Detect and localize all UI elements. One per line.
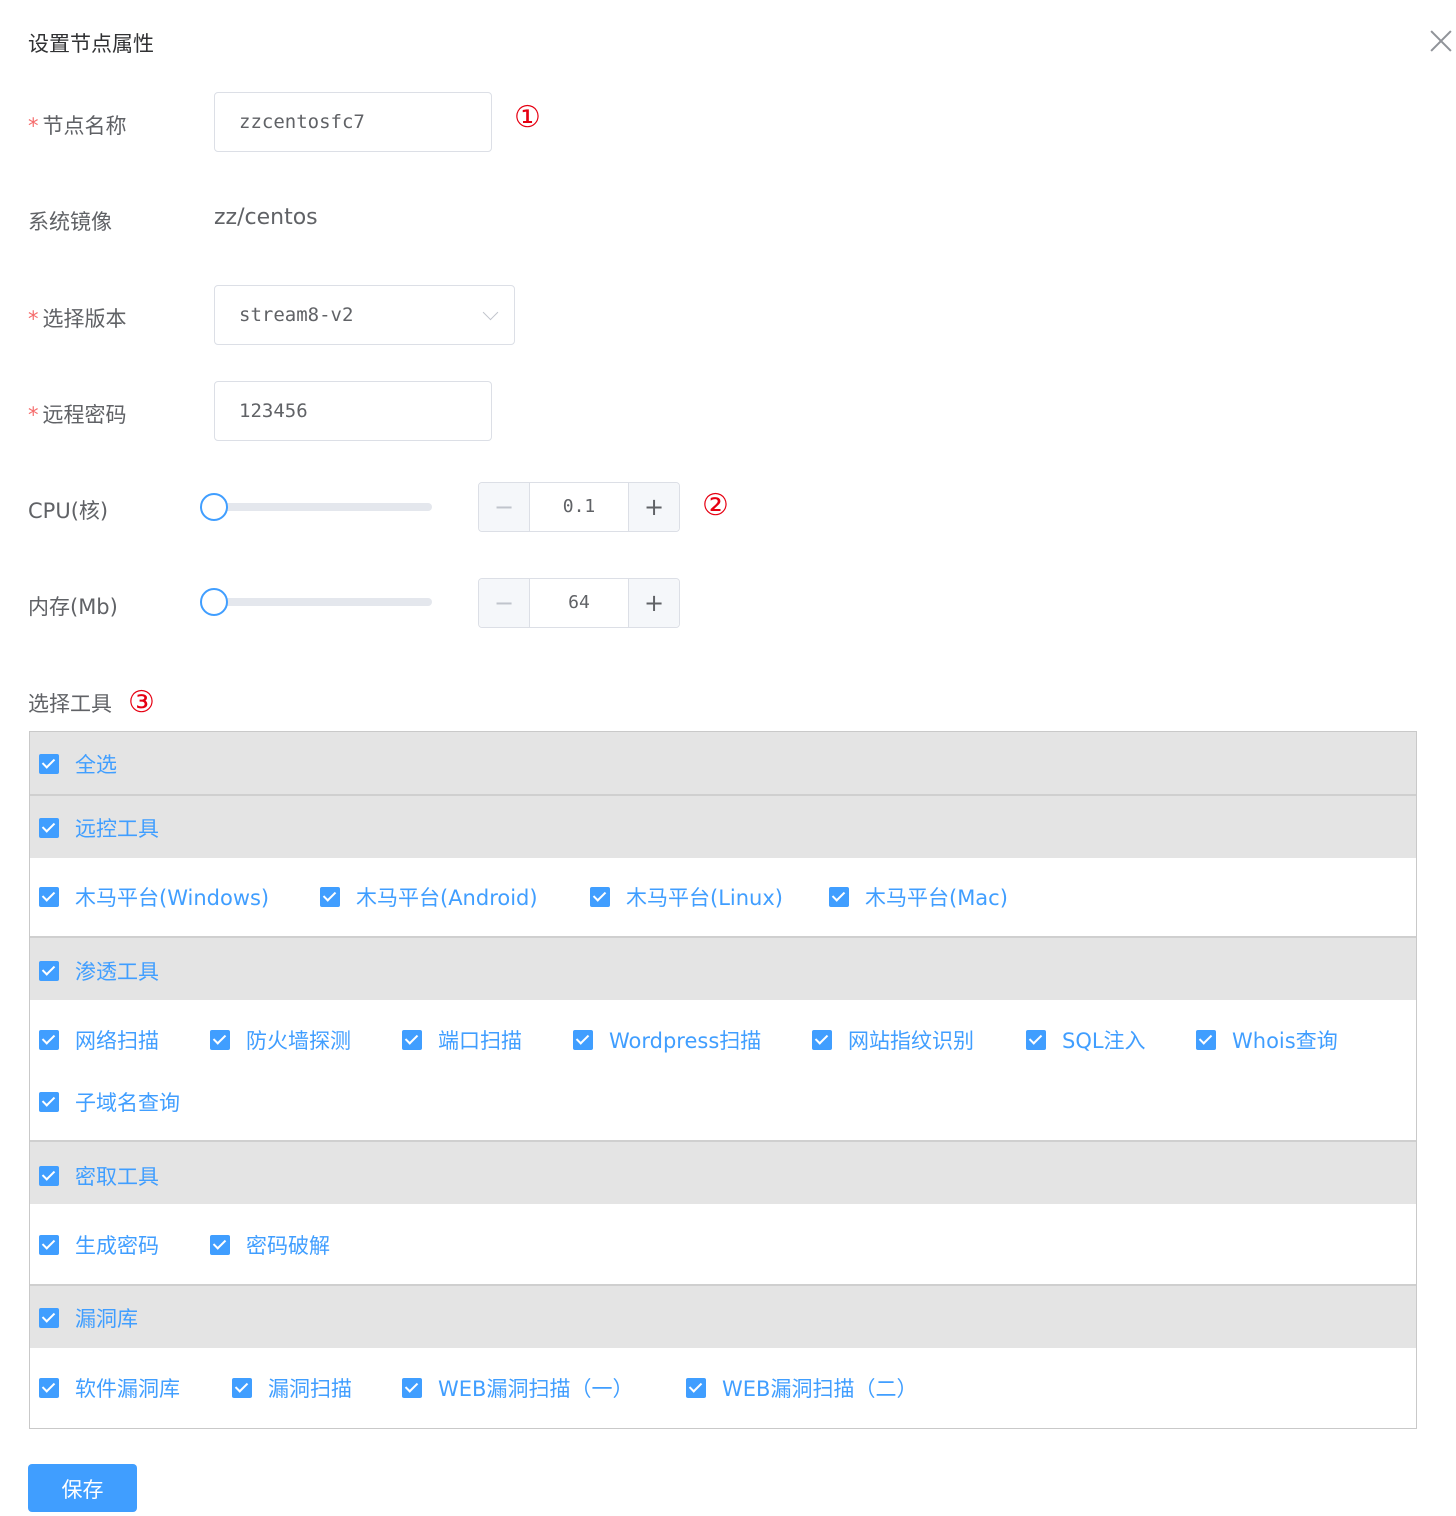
cpu-increase-button[interactable]: + xyxy=(628,483,679,531)
checkbox-checked-icon xyxy=(39,1378,59,1398)
tool-checkbox[interactable]: 漏洞扫描 xyxy=(232,1376,352,1401)
cpu-decrease-button[interactable]: − xyxy=(479,483,530,531)
node-name-label: * 节点名称 xyxy=(28,114,127,138)
tool-checkbox[interactable]: 网站指纹识别 xyxy=(812,1028,974,1053)
checkbox-checked-icon xyxy=(1196,1030,1216,1050)
checkbox-checked-icon xyxy=(320,887,340,907)
checkbox-checked-icon xyxy=(210,1030,230,1050)
checkbox-checked-icon xyxy=(829,887,849,907)
select-all-row: 全选 xyxy=(30,732,1416,794)
checkbox-checked-icon xyxy=(686,1378,706,1398)
checkbox-checked-icon xyxy=(39,818,59,838)
password-input[interactable]: 123456 xyxy=(214,381,492,441)
group-body-credential-tools: 生成密码 密码破解 xyxy=(30,1204,1416,1284)
memory-value-input[interactable]: 64 xyxy=(530,579,628,627)
group-body-penetration-tools: 网络扫描 防火墙探测 端口扫描 Wordpress扫描 网站指纹识别 SQL注入… xyxy=(30,1000,1416,1140)
version-select-value: stream8-v2 xyxy=(239,304,354,326)
checkbox-checked-icon xyxy=(39,1166,59,1186)
version-label: * 选择版本 xyxy=(28,307,127,331)
tool-checkbox[interactable]: WEB漏洞扫描（一） xyxy=(402,1376,633,1401)
cpu-slider-track[interactable] xyxy=(214,503,432,511)
system-image-value: zz/centos xyxy=(214,205,318,230)
tool-checkbox[interactable]: 木马平台(Windows) xyxy=(39,885,269,910)
tool-checkbox[interactable]: 网络扫描 xyxy=(39,1028,159,1053)
tool-checkbox[interactable]: 子域名查询 xyxy=(39,1090,180,1115)
annotation-marker-1: ① xyxy=(514,100,541,135)
tool-checkbox[interactable]: 密码破解 xyxy=(210,1233,330,1258)
cpu-slider-handle[interactable] xyxy=(200,493,228,521)
version-select[interactable]: stream8-v2 xyxy=(214,285,515,345)
memory-decrease-button[interactable]: − xyxy=(479,579,530,627)
dialog-title: 设置节点属性 xyxy=(28,32,154,56)
group-checkbox-remote-tools[interactable]: 远控工具 xyxy=(39,816,159,841)
node-name-input[interactable]: zzcentosfc7 xyxy=(214,92,492,152)
checkbox-checked-icon xyxy=(210,1235,230,1255)
system-image-label: 系统镜像 xyxy=(28,210,112,234)
checkbox-checked-icon xyxy=(39,754,59,774)
password-label: * 远程密码 xyxy=(28,403,127,427)
memory-slider-handle[interactable] xyxy=(200,588,228,616)
cpu-stepper: − 0.1 + xyxy=(478,482,680,532)
chevron-down-icon xyxy=(482,304,499,321)
memory-increase-button[interactable]: + xyxy=(628,579,679,627)
memory-label: 内存(Mb) xyxy=(28,595,118,619)
select-all-checkbox[interactable]: 全选 xyxy=(39,752,117,777)
group-body-remote-tools: 木马平台(Windows) 木马平台(Android) 木马平台(Linux) … xyxy=(30,858,1416,936)
annotation-marker-3: ③ xyxy=(128,685,155,720)
checkbox-checked-icon xyxy=(39,1235,59,1255)
memory-slider-track[interactable] xyxy=(214,598,432,606)
tool-checkbox[interactable]: 木马平台(Mac) xyxy=(829,885,1008,910)
tools-panel: 全选 远控工具 木马平台(Windows) 木马平台(Android) 木马平台… xyxy=(29,731,1417,1429)
group-header-remote-tools: 远控工具 xyxy=(30,796,1416,858)
tool-checkbox[interactable]: WEB漏洞扫描（二） xyxy=(686,1376,917,1401)
checkbox-checked-icon xyxy=(39,1092,59,1112)
tool-checkbox[interactable]: SQL注入 xyxy=(1026,1028,1146,1053)
tools-label: 选择工具 xyxy=(28,692,112,716)
tool-checkbox[interactable]: 生成密码 xyxy=(39,1233,159,1258)
checkbox-checked-icon xyxy=(232,1378,252,1398)
group-checkbox-vulnerability-db[interactable]: 漏洞库 xyxy=(39,1306,138,1331)
checkbox-checked-icon xyxy=(39,1030,59,1050)
tool-checkbox[interactable]: 端口扫描 xyxy=(402,1028,522,1053)
checkbox-checked-icon xyxy=(402,1378,422,1398)
group-checkbox-credential-tools[interactable]: 密取工具 xyxy=(39,1164,159,1189)
tool-checkbox[interactable]: 木马平台(Android) xyxy=(320,885,538,910)
checkbox-checked-icon xyxy=(1026,1030,1046,1050)
tool-checkbox[interactable]: 木马平台(Linux) xyxy=(590,885,783,910)
checkbox-checked-icon xyxy=(39,1308,59,1328)
checkbox-checked-icon xyxy=(590,887,610,907)
tool-checkbox[interactable]: Wordpress扫描 xyxy=(573,1028,761,1053)
checkbox-checked-icon xyxy=(39,961,59,981)
tool-checkbox[interactable]: Whois查询 xyxy=(1196,1028,1338,1053)
cpu-value-input[interactable]: 0.1 xyxy=(530,483,628,531)
checkbox-checked-icon xyxy=(573,1030,593,1050)
group-header-vulnerability-db: 漏洞库 xyxy=(30,1286,1416,1348)
group-checkbox-penetration-tools[interactable]: 渗透工具 xyxy=(39,959,159,984)
tool-checkbox[interactable]: 防火墙探测 xyxy=(210,1028,351,1053)
cpu-label: CPU(核) xyxy=(28,499,109,523)
annotation-marker-2: ② xyxy=(702,488,729,523)
group-body-vulnerability-db: 软件漏洞库 漏洞扫描 WEB漏洞扫描（一） WEB漏洞扫描（二） xyxy=(30,1348,1416,1428)
checkbox-checked-icon xyxy=(402,1030,422,1050)
group-header-penetration-tools: 渗透工具 xyxy=(30,938,1416,1000)
group-header-credential-tools: 密取工具 xyxy=(30,1142,1416,1204)
checkbox-checked-icon xyxy=(812,1030,832,1050)
memory-stepper: − 64 + xyxy=(478,578,680,628)
close-icon[interactable] xyxy=(1428,28,1454,54)
checkbox-checked-icon xyxy=(39,887,59,907)
tool-checkbox[interactable]: 软件漏洞库 xyxy=(39,1376,180,1401)
save-button[interactable]: 保存 xyxy=(28,1464,137,1512)
